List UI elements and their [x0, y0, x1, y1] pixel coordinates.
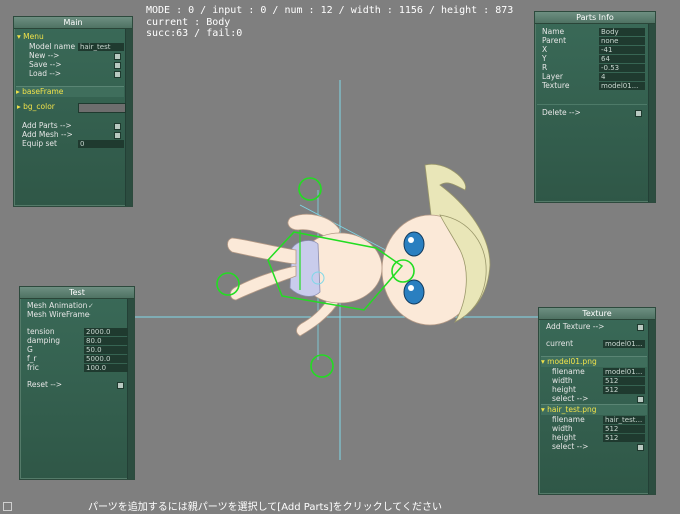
character-figure — [227, 163, 491, 337]
damping-label: damping — [27, 336, 61, 345]
parts-info-panel: Parts Info Name Body Parent none X -41 Y… — [534, 11, 656, 203]
mesh-animation-label: Mesh Animation — [27, 301, 88, 310]
load-button-checkbox[interactable] — [114, 71, 121, 78]
add-parts-button[interactable]: Add Parts --> — [22, 121, 72, 130]
mesh-wireframe-label: Mesh WireFrame — [27, 310, 90, 319]
damping-field[interactable]: 80.0 — [84, 337, 128, 345]
model01-height-label: height — [552, 385, 576, 394]
model01-width-value: 512 — [603, 377, 645, 385]
new-button-checkbox[interactable] — [114, 53, 121, 60]
parts-x-value[interactable]: -41 — [599, 46, 645, 54]
model01-select-checkbox[interactable] — [637, 396, 644, 403]
model01-height-value: 512 — [603, 386, 645, 394]
model01-select-button[interactable]: select --> — [552, 394, 588, 403]
model-name-field[interactable]: hair_test — [78, 43, 124, 51]
current-texture-value[interactable]: model01... — [603, 340, 645, 348]
equip-set-field[interactable]: 0 — [78, 140, 124, 148]
rotate-handle-bottom[interactable] — [310, 354, 334, 378]
mesh-wireframe-toggle[interactable]: - — [86, 311, 128, 319]
reset-checkbox[interactable] — [117, 382, 124, 389]
hair-test-filename-value: hair_test... — [603, 416, 645, 424]
equip-set-label: Equip set — [22, 139, 57, 148]
parts-info-scrollbar[interactable] — [648, 24, 655, 202]
parts-texture-label: Texture — [542, 81, 570, 90]
texture-panel: Texture Add Texture --> current model01.… — [538, 307, 656, 495]
new-button[interactable]: New --> — [29, 51, 59, 60]
load-button[interactable]: Load --> — [29, 69, 61, 78]
bg-color-label: ▸ bg_color — [17, 102, 55, 111]
bg-color-swatch[interactable] — [78, 103, 126, 113]
texture-item-hair-test[interactable]: ▾ hair_test.png — [541, 404, 647, 415]
test-panel-title: Test — [20, 287, 134, 299]
parts-y-value[interactable]: 64 — [599, 55, 645, 63]
fric-label: fric — [27, 363, 39, 372]
parts-layer-value[interactable]: 4 — [599, 73, 645, 81]
tension-label: tension — [27, 327, 55, 336]
parts-x-label: X — [542, 45, 548, 54]
parts-parent-label: Parent — [542, 36, 567, 45]
hair-test-height-label: height — [552, 433, 576, 442]
parts-r-value[interactable]: -0.53 — [599, 64, 645, 72]
reset-button[interactable]: Reset --> — [27, 380, 62, 389]
hair-test-width-label: width — [552, 424, 573, 433]
tension-field[interactable]: 2000.0 — [84, 328, 128, 336]
model01-filename-label: filename — [552, 367, 585, 376]
parts-name-label: Name — [542, 27, 565, 36]
main-panel-title: Main — [14, 17, 132, 29]
menu-label[interactable]: ▾ Menu — [17, 32, 44, 41]
hair-test-height-value: 512 — [603, 434, 645, 442]
add-texture-button[interactable]: Add Texture --> — [546, 322, 604, 331]
rotate-handle-left[interactable] — [216, 272, 240, 296]
g-field[interactable]: 50.0 — [84, 346, 128, 354]
parts-y-label: Y — [542, 54, 547, 63]
add-texture-checkbox[interactable] — [637, 324, 644, 331]
hint-text: パーツを追加するには親パーツを選択して[Add Parts]をクリックしてくださ… — [88, 502, 442, 513]
parts-info-separator — [537, 104, 647, 105]
add-mesh-checkbox[interactable] — [114, 132, 121, 139]
parts-texture-value[interactable]: model01... — [599, 82, 645, 90]
add-parts-checkbox[interactable] — [114, 123, 121, 130]
model01-width-label: width — [552, 376, 573, 385]
texture-item-model01[interactable]: ▾ model01.png — [541, 356, 647, 367]
add-mesh-button[interactable]: Add Mesh --> — [22, 130, 73, 139]
resize-icon[interactable] — [3, 502, 12, 511]
base-frame-section[interactable]: ▸ baseFrame — [16, 86, 124, 97]
model-name-label: Model name — [29, 42, 76, 51]
hair-test-select-checkbox[interactable] — [637, 444, 644, 451]
mesh-animation-toggle[interactable]: ✓ — [86, 302, 128, 310]
hair-test-width-value: 512 — [603, 425, 645, 433]
delete-button[interactable]: Delete --> — [542, 108, 581, 117]
current-texture-label: current — [546, 339, 574, 348]
delete-checkbox[interactable] — [635, 110, 642, 117]
main-panel-scrollbar[interactable] — [125, 29, 132, 206]
hair-test-filename-label: filename — [552, 415, 585, 424]
rotate-handle-top[interactable] — [298, 177, 322, 201]
parts-r-label: R — [542, 63, 548, 72]
model01-filename-value: model01... — [603, 368, 645, 376]
texture-panel-title: Texture — [539, 308, 655, 320]
g-label: G — [27, 345, 33, 354]
parts-layer-label: Layer — [542, 72, 563, 81]
save-button[interactable]: Save --> — [29, 60, 62, 69]
hair-test-select-button[interactable]: select --> — [552, 442, 588, 451]
f-r-label: f_r — [27, 354, 37, 363]
fric-field[interactable]: 100.0 — [84, 364, 128, 372]
texture-panel-scrollbar[interactable] — [648, 320, 655, 494]
main-panel: Main ▾ Menu Model name hair_test New -->… — [13, 16, 133, 207]
test-panel: Test Mesh Animation ✓ Mesh WireFrame - t… — [19, 286, 135, 480]
parts-name-value[interactable]: Body — [599, 28, 645, 36]
f-r-field[interactable]: 5000.0 — [84, 355, 128, 363]
save-button-checkbox[interactable] — [114, 62, 121, 69]
parts-info-title: Parts Info — [535, 12, 655, 24]
test-panel-scrollbar[interactable] — [127, 299, 134, 479]
parts-parent-value[interactable]: none — [599, 37, 645, 45]
